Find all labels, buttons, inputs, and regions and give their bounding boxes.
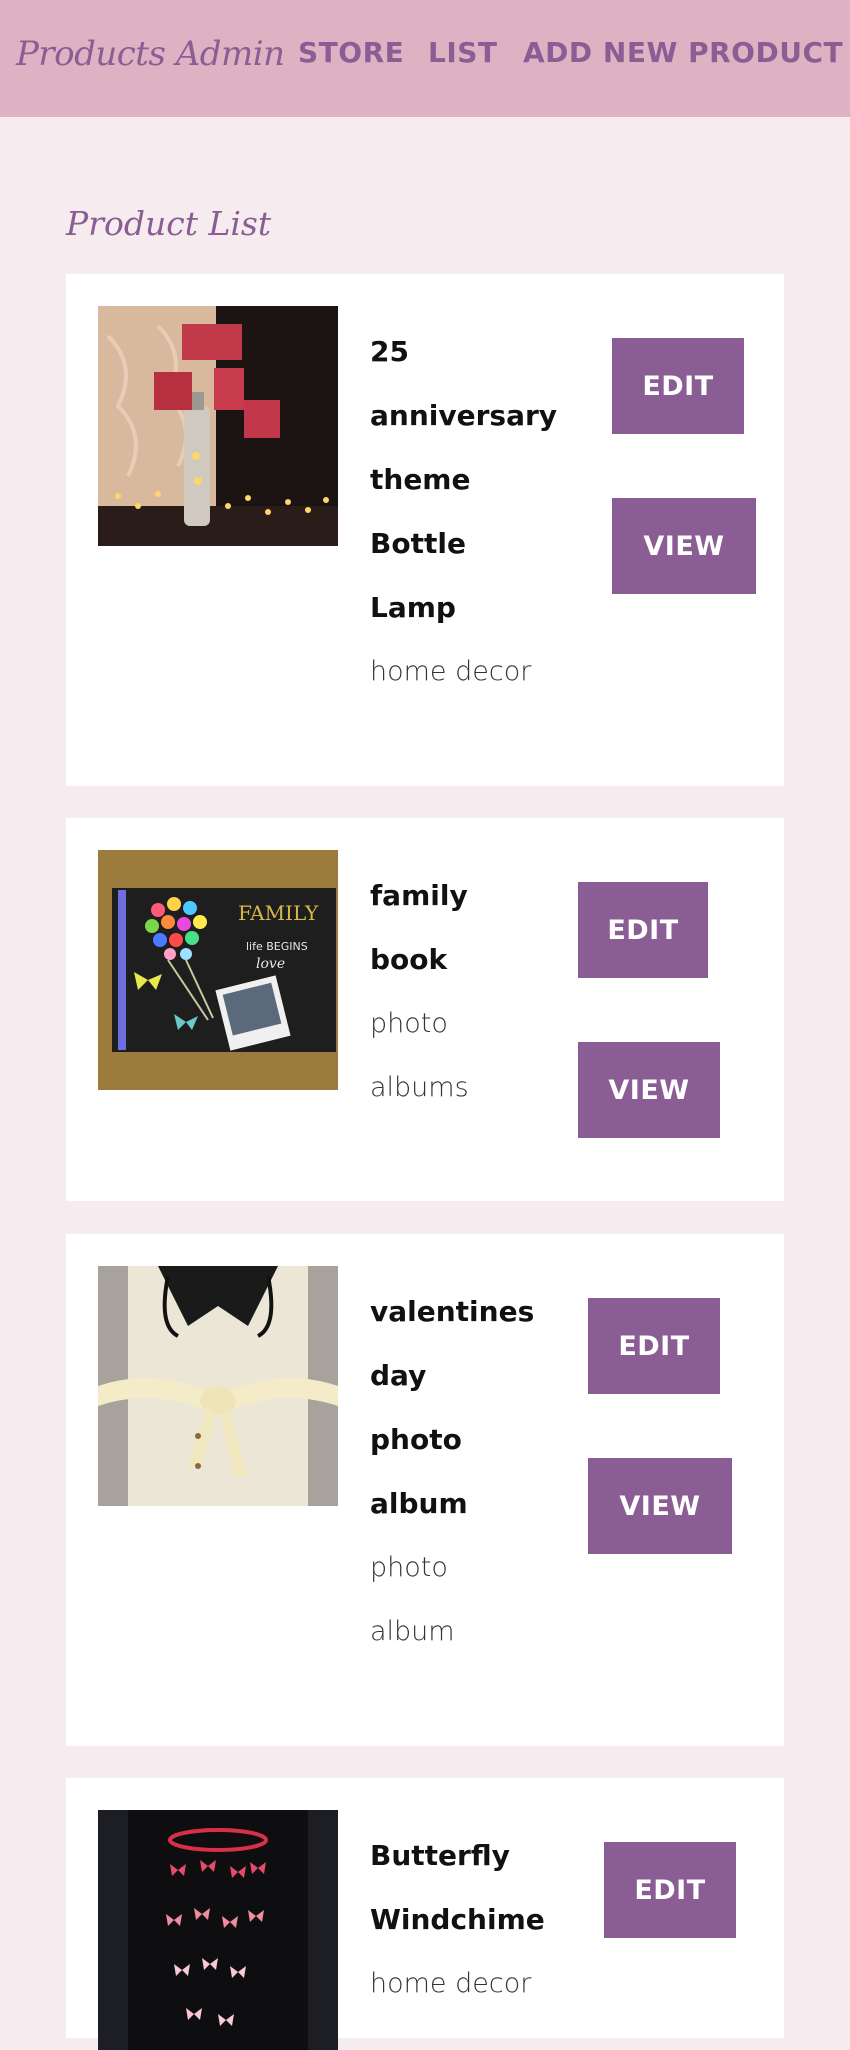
product-image-valentines-album	[98, 1266, 338, 1506]
svg-text:FAMILY: FAMILY	[238, 901, 319, 925]
edit-button[interactable]: EDIT	[578, 882, 708, 978]
edit-button[interactable]: EDIT	[604, 1842, 736, 1938]
product-info: 25 anniversary theme Bottle Lamp home de…	[370, 320, 557, 704]
nav-store-link[interactable]: STORE	[298, 36, 404, 69]
product-image-butterfly-windchime	[98, 1810, 338, 2050]
product-card: 25 anniversary theme Bottle Lamp home de…	[66, 274, 784, 786]
svg-text:love: love	[256, 956, 285, 972]
view-button[interactable]: VIEW	[612, 498, 756, 594]
product-category: home decor	[370, 656, 532, 687]
product-image-bottle-lamp	[98, 306, 338, 546]
product-name: Butterfly Windchime	[370, 1839, 545, 1936]
product-card: valentines day photo album photo album E…	[66, 1234, 784, 1746]
edit-button[interactable]: EDIT	[612, 338, 744, 434]
top-nav-bar: Products Admin STORE LIST ADD NEW PRODUC…	[0, 0, 850, 117]
svg-text:life BEGINS: life BEGINS	[246, 940, 308, 953]
product-info: family book photo albums	[370, 864, 469, 1120]
brand-logo[interactable]: Products Admin	[16, 34, 285, 74]
product-name: valentines day photo album	[370, 1295, 535, 1520]
page-title: Product List	[66, 204, 272, 243]
view-button[interactable]: VIEW	[578, 1042, 720, 1138]
edit-button[interactable]: EDIT	[588, 1298, 720, 1394]
nav-add-product-link[interactable]: ADD NEW PRODUCT	[523, 36, 843, 69]
product-card: Butterfly Windchime home decor EDIT	[66, 1778, 784, 2050]
view-button[interactable]: VIEW	[588, 1458, 732, 1554]
product-category: photo album	[370, 1552, 455, 1647]
product-category: photo albums	[370, 1008, 469, 1103]
nav-list-link[interactable]: LIST	[428, 36, 498, 69]
product-category: home decor	[370, 1968, 532, 1999]
product-info: valentines day photo album photo album	[370, 1280, 534, 1664]
product-image-family-book: FAMILY life BEGINS love	[98, 850, 338, 1090]
product-info: Butterfly Windchime home decor	[370, 1824, 545, 2016]
product-name: family book	[370, 879, 468, 976]
product-name: 25 anniversary theme Bottle Lamp	[370, 335, 558, 624]
product-card: FAMILY life BEGINS love family book phot…	[66, 818, 784, 1201]
